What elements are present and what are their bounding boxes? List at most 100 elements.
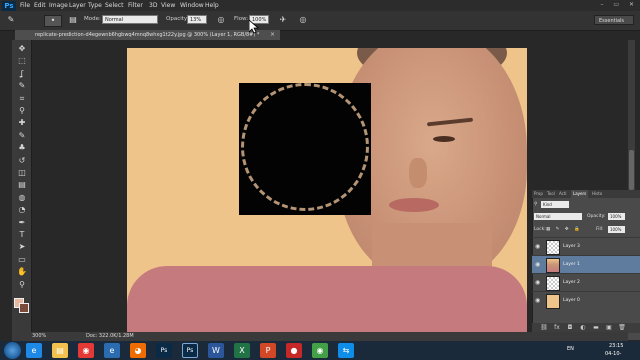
pen-icon[interactable]: ✒ [16, 218, 28, 228]
document-size-info[interactable]: Doc: 322.0K/1.28M [86, 333, 134, 339]
visibility-eye-icon[interactable]: ◉ [535, 261, 542, 268]
explorer-icon[interactable]: ▤ [52, 343, 68, 358]
document-canvas[interactable] [127, 48, 527, 338]
brush-panel-icon[interactable]: ▤ [68, 15, 78, 25]
menu-edit[interactable]: Edit [34, 1, 46, 11]
new-layer-icon[interactable]: ▣ [605, 324, 613, 332]
language-indicator[interactable]: EN [567, 346, 574, 352]
history-brush-icon[interactable]: ↺ [16, 156, 28, 166]
clock-date[interactable]: 04-10- [605, 351, 621, 357]
photo-nose [409, 158, 427, 188]
brush-preset-icon[interactable]: ✎ [6, 15, 16, 25]
hand-icon[interactable]: ✋ [16, 267, 28, 277]
photoshop-icon[interactable]: Ps [156, 343, 172, 358]
zoom-level[interactable]: 300% [32, 333, 46, 339]
brush-size-picker[interactable]: • [44, 15, 62, 27]
menu-help[interactable]: Help [205, 1, 219, 11]
eyedropper-icon[interactable]: ⚲ [16, 106, 28, 116]
chrome-icon[interactable]: ◉ [78, 343, 94, 358]
gradient-icon[interactable]: ▤ [16, 180, 28, 190]
opacity-label: Opacity: [166, 16, 189, 22]
fill-field[interactable]: 100% [608, 226, 625, 233]
layer-row-layer-1[interactable]: ◉ Layer 1 [532, 255, 640, 273]
layer-thumbnail [546, 240, 560, 255]
excel-icon[interactable]: X [234, 343, 250, 358]
filter-kind-icon[interactable]: ⚲ [534, 200, 537, 209]
scrollbar-thumb[interactable] [629, 150, 634, 190]
opacity-field[interactable]: 13% [187, 15, 207, 24]
close-tab-icon[interactable]: × [270, 30, 275, 40]
flow-label: Flow: [234, 16, 249, 22]
dodge-icon[interactable]: ◔ [16, 205, 28, 215]
menu-file[interactable]: File [20, 1, 30, 11]
layer-thumbnail [546, 276, 560, 291]
fill-label: Fill: [596, 227, 604, 232]
window-controls[interactable]: – ▭ ✕ [600, 1, 638, 8]
layer-row-layer-3[interactable]: ◉ Layer 3 [532, 237, 640, 255]
ie-icon[interactable]: e [26, 343, 42, 358]
path-select-icon[interactable]: ➤ [16, 242, 28, 252]
background-color-swatch[interactable] [19, 303, 29, 313]
pressure-size-icon[interactable]: ◎ [298, 15, 308, 25]
layer-row-layer-2[interactable]: ◉ Layer 2 [532, 273, 640, 291]
shape-icon[interactable]: ▭ [16, 255, 28, 265]
zoom-icon[interactable]: ⚲ [16, 280, 28, 290]
lock-label: Lock: [534, 227, 546, 232]
menu-image[interactable]: Image [49, 1, 68, 11]
tab-tool-presets[interactable]: Tool [547, 190, 555, 198]
crop-icon[interactable]: ⌗ [16, 94, 28, 104]
menu-window[interactable]: Window [180, 1, 204, 11]
tab-properties[interactable]: Prop [534, 190, 543, 198]
lasso-icon[interactable]: ʆ [16, 69, 28, 79]
lock-icons[interactable]: ▦ ✎ ✥ 🔒 [546, 225, 582, 234]
menu-type[interactable]: Type [88, 1, 102, 11]
quick-select-icon[interactable]: ✎ [16, 81, 28, 91]
menu-select[interactable]: Select [105, 1, 124, 11]
record-icon[interactable]: ● [286, 343, 302, 358]
tab-actions[interactable]: Acti [559, 190, 567, 198]
marquee-icon[interactable]: ⬚ [16, 56, 28, 66]
tab-layers[interactable]: Layers [571, 190, 589, 198]
layer-opacity-field[interactable]: 100% [608, 213, 625, 220]
healing-icon[interactable]: ✚ [16, 118, 28, 128]
document-tab[interactable]: replicate-prediction-d4egewnb6hgbwq4mnq8… [15, 30, 280, 40]
menu-bar: Ps File Edit Image Layer Type Select Fil… [0, 0, 640, 11]
menu-view[interactable]: View [161, 1, 175, 11]
visibility-eye-icon[interactable]: ◉ [535, 279, 542, 286]
pressure-opacity-icon[interactable]: ◎ [216, 15, 226, 25]
menu-filter[interactable]: Filter [128, 1, 143, 11]
blur-icon[interactable]: ◍ [16, 193, 28, 203]
word-icon[interactable]: W [208, 343, 224, 358]
firefox-icon[interactable]: ◕ [130, 343, 146, 358]
layer-row-layer-0[interactable]: ◉ Layer 0 [532, 291, 640, 309]
clock-time[interactable]: 23:15 [609, 343, 623, 349]
group-icon[interactable]: ▬ [592, 324, 600, 332]
chrome-icon-2[interactable]: ◉ [312, 343, 328, 358]
menu-layer[interactable]: Layer [69, 1, 86, 11]
visibility-eye-icon[interactable]: ◉ [535, 297, 542, 304]
powerpoint-icon[interactable]: P [260, 343, 276, 358]
eraser-icon[interactable]: ◫ [16, 168, 28, 178]
airbrush-icon[interactable]: ✈ [278, 15, 288, 25]
delete-icon[interactable]: 🗑 [618, 324, 626, 332]
brush-icon[interactable]: ✎ [16, 131, 28, 141]
fx-icon[interactable]: fx [553, 324, 561, 332]
photoshop-icon-2[interactable]: Ps [182, 343, 198, 358]
layer-thumbnail [546, 258, 560, 273]
teamviewer-icon[interactable]: ⇆ [338, 343, 354, 358]
clone-stamp-icon[interactable]: ♣ [16, 143, 28, 153]
type-icon[interactable]: T [16, 230, 28, 240]
move-icon[interactable]: ✥ [16, 44, 28, 54]
layer-filter-kind[interactable]: Kind [541, 201, 569, 208]
menu-3d[interactable]: 3D [149, 1, 157, 11]
mode-select[interactable]: Normal [102, 15, 158, 24]
edge-icon[interactable]: e [104, 343, 120, 358]
workspace-switcher[interactable]: Essentials [594, 15, 634, 25]
blend-mode-select[interactable]: Normal [534, 213, 582, 220]
link-icon[interactable]: ⛓ [540, 324, 548, 332]
visibility-eye-icon[interactable]: ◉ [535, 243, 542, 250]
tab-history[interactable]: Histo [592, 190, 602, 198]
start-button[interactable] [4, 342, 21, 359]
mask-icon[interactable]: ◘ [566, 324, 574, 332]
adjustment-icon[interactable]: ◐ [579, 324, 587, 332]
